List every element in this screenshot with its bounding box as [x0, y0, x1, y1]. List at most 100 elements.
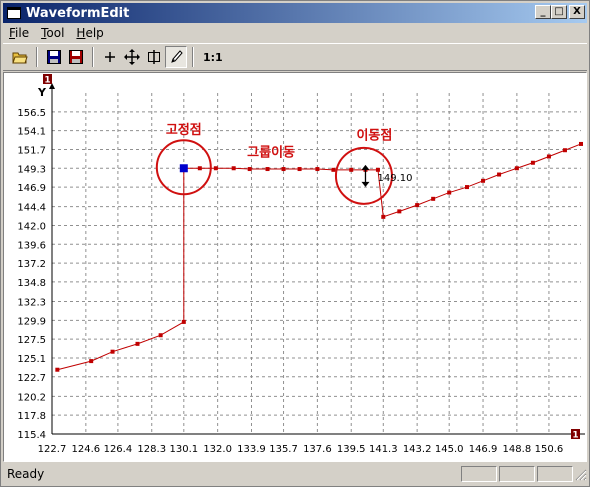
waveform-point [530, 160, 535, 165]
x-tick-label: 126.4 [104, 444, 133, 455]
x-tick-label: 132.0 [203, 444, 232, 455]
y-tick-label: 154.1 [17, 127, 46, 138]
y-tick-label: 151.7 [17, 145, 46, 156]
add-point-icon[interactable] [99, 46, 121, 68]
waveform-point [297, 167, 302, 172]
close-button[interactable]: X [569, 5, 585, 19]
x-tick-label: 145.0 [435, 444, 464, 455]
waveform-point [265, 167, 270, 172]
menu-file[interactable]: File [3, 26, 35, 40]
waveform-point [89, 359, 94, 364]
save-as-icon[interactable] [65, 46, 87, 68]
waveform-point [181, 319, 186, 324]
waveform-point [331, 167, 336, 172]
y-tick-label: 117.8 [17, 411, 46, 422]
menu-tool[interactable]: Tool [35, 26, 70, 40]
waveform-point [481, 178, 486, 183]
waveform-point [381, 214, 386, 219]
waveform-point [197, 166, 202, 171]
waveform-point [110, 349, 115, 354]
minimize-button[interactable]: _ [535, 5, 551, 19]
toolbar-separator [92, 47, 94, 67]
title-bar[interactable]: WaveformEdit _ □ X [3, 3, 587, 23]
status-text: Ready [7, 467, 45, 481]
waveform-point [315, 167, 320, 172]
y-tick-label: 115.4 [17, 430, 46, 441]
x-tick-label: 141.3 [369, 444, 398, 455]
y-tick-label: 120.2 [17, 392, 46, 403]
annotation-label: 고정점 [166, 122, 202, 138]
resize-grip[interactable] [573, 466, 587, 482]
app-window: WaveformEdit _ □ X File Tool Help 1:1 12… [0, 0, 590, 487]
menu-help[interactable]: Help [70, 26, 109, 40]
y-tick-label: 156.5 [17, 108, 46, 119]
open-folder-icon[interactable] [9, 46, 31, 68]
y-tick-label: 144.4 [17, 203, 46, 214]
x-tick-label: 130.1 [169, 444, 198, 455]
y-tick-label: 137.2 [17, 259, 46, 270]
y-tick-label: 132.3 [17, 298, 46, 309]
zoom-one-to-one-button[interactable]: 1:1 [199, 51, 227, 64]
save-icon[interactable] [43, 46, 65, 68]
maximize-button[interactable]: □ [551, 5, 567, 19]
y-tick-label: 146.9 [17, 183, 46, 194]
y-tick-label: 122.7 [17, 373, 46, 384]
waveform-point [431, 196, 436, 201]
x-tick-label: 146.9 [469, 444, 498, 455]
x-tick-label: 122.7 [38, 444, 67, 455]
waveform-canvas[interactable]: 122.7 124.6 126.4 128.3 130.1 132.0 133.9 135.7… [3, 72, 587, 462]
x-tick-label: 148.8 [503, 444, 532, 455]
status-pane [461, 466, 497, 482]
pencil-icon[interactable] [165, 46, 187, 68]
waveform-point [247, 167, 252, 172]
waveform-point [514, 166, 519, 171]
waveform-line [57, 143, 582, 371]
axis-badge-label: 1 [44, 76, 50, 86]
waveform-plot[interactable]: 122.7 124.6 126.4 128.3 130.1 132.0 133.9 135.7… [4, 73, 586, 461]
value-readout: 149.10 [377, 173, 412, 184]
waveform-point [231, 166, 236, 171]
waveform-point [465, 185, 470, 190]
toolbar-separator [192, 47, 194, 67]
waveform-point [447, 190, 452, 195]
y-tick-label: 134.8 [17, 278, 46, 289]
x-tick-label: 128.3 [137, 444, 166, 455]
split-icon[interactable] [143, 46, 165, 68]
waveform-point [55, 367, 60, 372]
app-icon[interactable] [7, 7, 21, 19]
y-tick-label: 142.0 [17, 221, 46, 232]
status-bar: Ready [3, 464, 587, 484]
window-title: WaveformEdit [26, 5, 130, 21]
y-tick-label: 125.1 [17, 354, 46, 365]
x-tick-label: 150.6 [535, 444, 564, 455]
axis-badge-label: 1 [572, 431, 578, 441]
waveform-point [281, 167, 286, 172]
waveform-point [349, 167, 354, 172]
annotation-label: 이동점 [356, 127, 392, 143]
x-tick-label: 139.5 [337, 444, 366, 455]
waveform-point [497, 172, 502, 177]
waveform-point [158, 333, 163, 338]
waveform-point [415, 203, 420, 208]
waveform-point [375, 167, 380, 172]
fixed-point-marker [179, 164, 188, 173]
status-pane [499, 466, 535, 482]
status-pane [537, 466, 573, 482]
annotation-label: 그룹이동 [247, 144, 295, 160]
y-tick-label: 127.5 [17, 335, 46, 346]
y-axis-label: Y [37, 86, 47, 99]
y-tick-label: 139.6 [17, 240, 46, 251]
x-tick-label: 137.6 [303, 444, 332, 455]
toolbar: 1:1 [3, 43, 587, 71]
menu-bar: File Tool Help [3, 24, 587, 42]
y-tick-label: 129.9 [17, 316, 46, 327]
x-tick-label: 143.2 [403, 444, 432, 455]
waveform-point [135, 341, 140, 346]
y-tick-label: 149.3 [17, 164, 46, 175]
waveform-point [579, 141, 583, 146]
waveform-point [546, 154, 551, 159]
waveform-point [397, 209, 402, 214]
move-icon[interactable] [121, 46, 143, 68]
waveform-point [213, 166, 218, 171]
x-tick-label: 135.7 [269, 444, 298, 455]
